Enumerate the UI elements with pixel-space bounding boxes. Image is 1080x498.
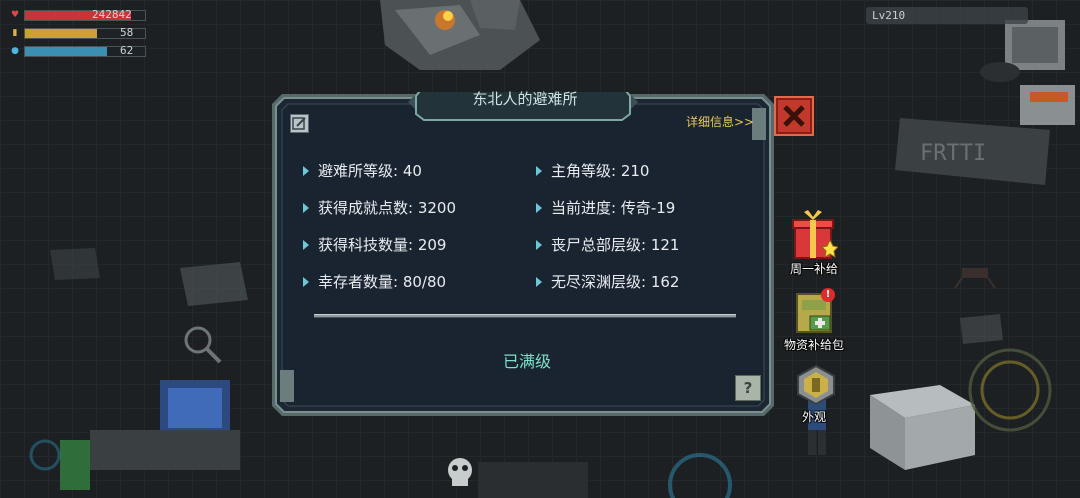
appearance-button[interactable] (794, 364, 838, 406)
water-value: 62 (120, 44, 134, 57)
bullet-arrow-icon (303, 203, 309, 213)
help-button[interactable]: ? (735, 375, 761, 401)
energy-icon: ▮ (12, 28, 18, 38)
stat-shelter-level: 避难所等级: 40 (303, 161, 422, 181)
heart-icon: ♥ (10, 10, 20, 20)
bullet-arrow-icon (536, 203, 542, 213)
edit-name-button[interactable] (290, 114, 309, 133)
supply-pack-label: 物资补给包 (784, 338, 845, 352)
player-level-badge: Lv210 (866, 7, 1028, 24)
gift-icon (792, 210, 840, 259)
appearance-icon (797, 364, 835, 406)
crates (870, 385, 975, 470)
bullet-arrow-icon (536, 166, 542, 176)
stat-hero-level: 主角等级: 210 (536, 161, 649, 181)
stat-current-progress: 当前进度: 传奇-19 (536, 198, 675, 218)
bullet-arrow-icon (303, 277, 309, 287)
health-value: 242842 (92, 8, 132, 21)
weekly-gift-button[interactable] (792, 210, 840, 260)
bullet-arrow-icon (536, 240, 542, 250)
appearance-label: 外观 (802, 410, 827, 424)
close-button[interactable] (774, 96, 814, 136)
stat-tech-count: 获得科技数量: 209 (303, 235, 446, 255)
stat-zombie-hq-floor: 丧尸总部层级: 121 (536, 235, 679, 255)
weekly-gift-label: 周一补给 (790, 262, 839, 276)
supply-alert-badge: ! (821, 288, 835, 302)
stat-achievement-points: 获得成就点数: 3200 (303, 198, 456, 218)
detail-info-link[interactable]: 详细信息>> (686, 113, 754, 130)
max-level-status: 已满级 (502, 352, 551, 371)
section-divider (314, 314, 736, 318)
stat-abyss-floor: 无尽深渊层级: 162 (536, 272, 679, 292)
energy-value: 58 (120, 26, 134, 39)
edit-icon (292, 117, 306, 130)
dialog-title: 东北人的避难所 (472, 90, 578, 108)
bullet-arrow-icon (303, 240, 309, 250)
close-icon (783, 105, 805, 127)
bullet-arrow-icon (303, 166, 309, 176)
water-icon: ● (11, 46, 19, 56)
stat-survivor-count: 幸存者数量: 80/80 (303, 272, 446, 292)
bullet-arrow-icon (536, 277, 542, 287)
svg-text:FRTTI: FRTTI (920, 141, 986, 166)
player-level-text: Lv210 (872, 9, 906, 22)
help-icon: ? (743, 379, 753, 397)
